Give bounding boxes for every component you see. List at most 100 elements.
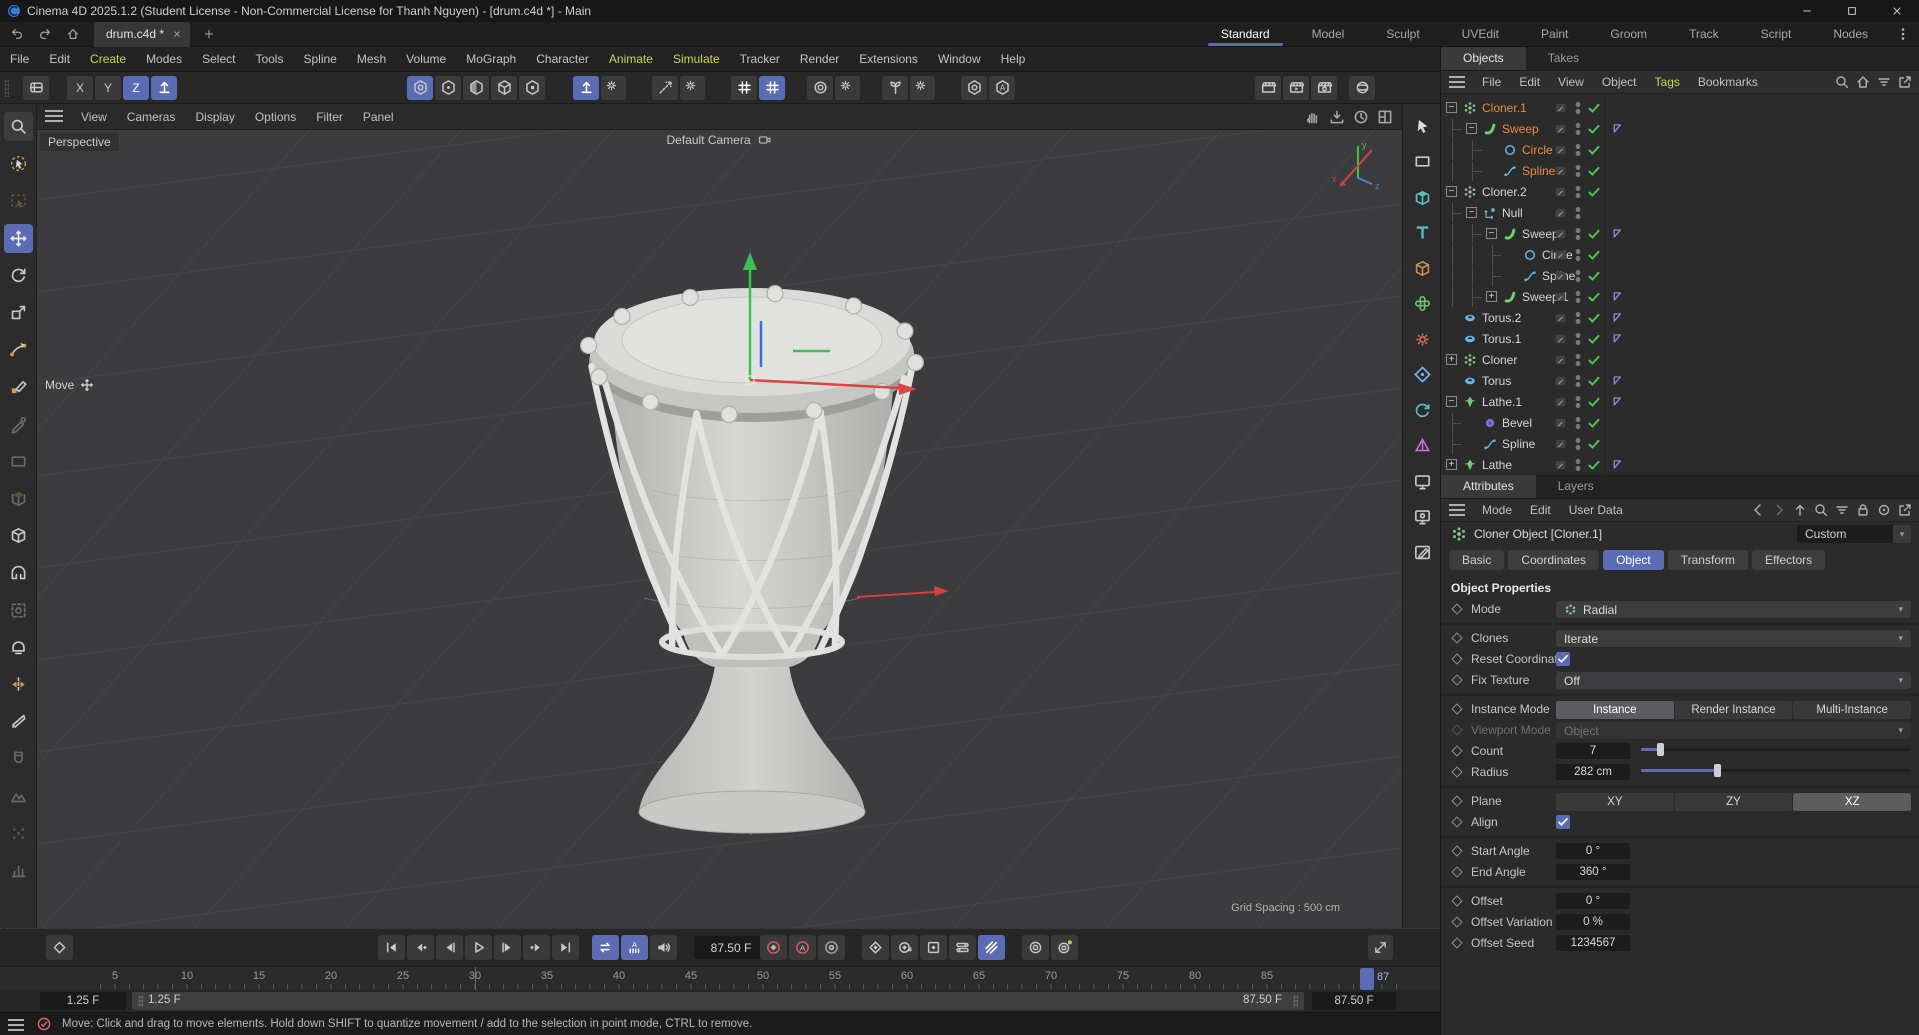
solo-off-button[interactable]: [1022, 935, 1049, 960]
viewport-menu-cameras[interactable]: Cameras: [117, 110, 186, 124]
volume-object-tool[interactable]: [1407, 361, 1437, 389]
play-button[interactable]: [465, 935, 492, 960]
viewport-menu-view[interactable]: View: [71, 110, 117, 124]
menu-file[interactable]: File: [0, 52, 39, 66]
range-slider[interactable]: 1.25 F 87.50 F: [132, 992, 1304, 1010]
texture-mode[interactable]: [463, 76, 489, 100]
visibility-dots[interactable]: [1575, 332, 1581, 346]
workplane-mode[interactable]: [519, 76, 545, 100]
visibility-dots[interactable]: [1575, 458, 1581, 472]
layer-toggle-icon[interactable]: [1553, 249, 1568, 261]
lock-y-axis[interactable]: Y: [95, 76, 121, 100]
layout-tab-paint[interactable]: Paint: [1520, 22, 1589, 47]
range-start-field[interactable]: 1.25 F: [40, 992, 126, 1010]
forward-icon[interactable]: [1771, 502, 1787, 518]
visibility-dots[interactable]: [1575, 353, 1581, 367]
tree-expander[interactable]: +: [1446, 459, 1457, 470]
target-icon[interactable]: [1876, 502, 1892, 518]
menu-render[interactable]: Render: [790, 52, 849, 66]
rectangle-selection-tool[interactable]: [4, 186, 33, 215]
status-menu-icon[interactable]: [8, 1018, 26, 1031]
layout-tab-track[interactable]: Track: [1668, 22, 1740, 47]
key-layers-button[interactable]: [949, 935, 976, 960]
cube-primitive-tool[interactable]: [4, 521, 33, 550]
minimize-button[interactable]: [1784, 0, 1829, 22]
menu-create[interactable]: Create: [80, 52, 136, 66]
viewport-menu-panel[interactable]: Panel: [353, 110, 404, 124]
model-mode[interactable]: [435, 76, 461, 100]
tree-row-spline[interactable]: Spline: [1441, 161, 1919, 181]
enabled-check-icon[interactable]: [1587, 227, 1601, 241]
layer-toggle-icon[interactable]: [1553, 165, 1568, 177]
enabled-check-icon[interactable]: [1587, 395, 1601, 409]
search-icon[interactable]: [1813, 502, 1829, 518]
menu-select[interactable]: Select: [192, 52, 245, 66]
tree-expander[interactable]: −: [1446, 186, 1457, 197]
property-dropdown[interactable]: Radial▾: [1556, 601, 1911, 618]
menu-simulate[interactable]: Simulate: [663, 52, 730, 66]
layer-toggle-icon[interactable]: [1553, 102, 1568, 114]
range-start-grip[interactable]: [138, 995, 143, 1007]
extrude-tool[interactable]: [4, 484, 33, 513]
phong-tag-icon[interactable]: [1611, 332, 1624, 345]
undo-button[interactable]: [6, 24, 28, 44]
maximize-button[interactable]: [1829, 0, 1874, 22]
next-frame-button[interactable]: [494, 935, 521, 960]
lock-x-axis[interactable]: X: [67, 76, 93, 100]
tree-row-spline[interactable]: Spline: [1441, 266, 1919, 286]
rotation-object-tool[interactable]: [1407, 396, 1437, 424]
layer-toggle-icon[interactable]: [1553, 354, 1568, 366]
world-coordinates[interactable]: [151, 76, 177, 100]
measure-tool[interactable]: [4, 819, 33, 848]
autokey-range-button[interactable]: A: [621, 935, 648, 960]
property-dropdown[interactable]: Off▾: [1556, 672, 1911, 689]
layout-tab-nodes[interactable]: Nodes: [1812, 22, 1889, 47]
menu-window[interactable]: Window: [928, 52, 991, 66]
visibility-dots[interactable]: [1575, 269, 1581, 283]
key-rotation-button[interactable]: [891, 935, 918, 960]
go-to-end-button[interactable]: [552, 935, 579, 960]
property-checkbox[interactable]: [1556, 652, 1570, 666]
landscape-tool[interactable]: [4, 782, 33, 811]
enabled-check-icon[interactable]: [1587, 122, 1601, 136]
property-value-field[interactable]: 1234567: [1556, 935, 1630, 951]
spline-pen-tool[interactable]: [4, 335, 33, 364]
layer-toggle-icon[interactable]: [1553, 228, 1568, 240]
spline-smooth-tool[interactable]: [4, 410, 33, 439]
segment-multi-instance[interactable]: Multi-Instance: [1793, 701, 1911, 719]
sketch-tool[interactable]: [4, 372, 33, 401]
visibility-dots[interactable]: [1575, 395, 1581, 409]
close-button[interactable]: [1874, 0, 1919, 22]
tree-expander[interactable]: −: [1486, 228, 1497, 239]
simulation-settings[interactable]: [910, 76, 935, 100]
layer-toggle-icon[interactable]: [1553, 291, 1568, 303]
popout-icon[interactable]: [1897, 502, 1913, 518]
render-window-tool[interactable]: [1407, 503, 1437, 531]
property-slider[interactable]: [1641, 769, 1911, 772]
layout-tab-groom[interactable]: Groom: [1589, 22, 1668, 47]
menu-animate[interactable]: Animate: [599, 52, 663, 66]
attributes-tab-layers[interactable]: Layers: [1536, 475, 1616, 498]
objects-tab-takes[interactable]: Takes: [1526, 47, 1601, 70]
pen-cursor-tool[interactable]: [1407, 112, 1437, 140]
layer-toggle-icon[interactable]: [1553, 123, 1568, 135]
viewport-camera-label[interactable]: Default Camera: [666, 133, 772, 147]
visibility-dots[interactable]: [1575, 437, 1581, 451]
autokeying-button[interactable]: A: [789, 935, 816, 960]
enabled-check-icon[interactable]: [1587, 353, 1601, 367]
enabled-check-icon[interactable]: [1587, 143, 1601, 157]
axis-modification[interactable]: [573, 76, 599, 100]
solo-hierarchy[interactable]: A: [989, 76, 1015, 100]
layout-more-icon[interactable]: [1895, 25, 1911, 43]
timeline-ruler[interactable]: 87 510152025303540455055606570758085: [0, 966, 1440, 990]
menu-tools[interactable]: Tools: [245, 52, 293, 66]
visibility-dots[interactable]: [1575, 290, 1581, 304]
subdivision-surface-tool[interactable]: [4, 558, 33, 587]
scale-tool[interactable]: [4, 298, 33, 327]
property-value-field[interactable]: 0 °: [1556, 893, 1630, 909]
simulation-toggle[interactable]: [882, 76, 908, 100]
playhead[interactable]: [1360, 968, 1374, 990]
enabled-check-icon[interactable]: [1587, 374, 1601, 388]
viewport-window-tool[interactable]: [1407, 467, 1437, 495]
snap-settings[interactable]: [680, 76, 705, 100]
